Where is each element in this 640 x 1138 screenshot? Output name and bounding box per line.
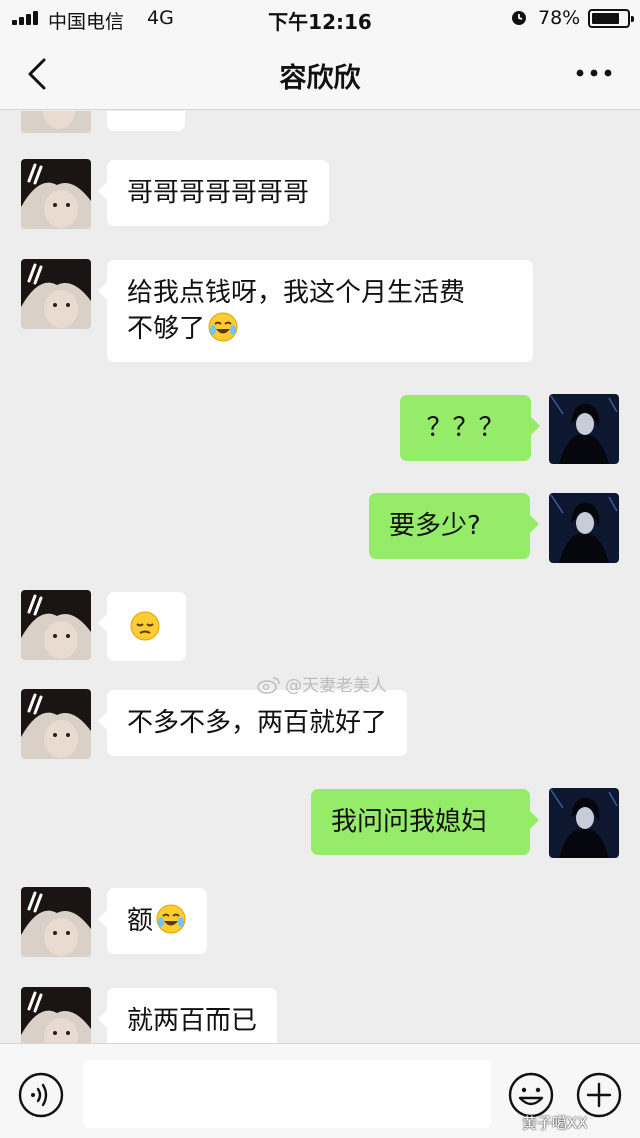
corner-watermark: 黄子噶XX: [522, 1114, 588, 1132]
message-text: 额: [127, 906, 154, 936]
my-avatar[interactable]: [549, 788, 619, 858]
message-text: 不多不多，两百就好了: [127, 708, 388, 738]
battery-icon: [588, 9, 634, 28]
crying-laughing-emoji: [156, 904, 186, 934]
my-avatar[interactable]: [549, 493, 619, 563]
my-message-bubble: 要多少?: [369, 493, 539, 559]
more-options-icon[interactable]: [574, 58, 614, 88]
weibo-watermark: @天妻老美人: [257, 671, 387, 696]
message-text-line: 给我点钱呀，我这个月生活费: [127, 278, 466, 308]
contact-avatar[interactable]: [21, 590, 91, 660]
chat-messages[interactable]: 哥哥哥哥哥哥哥 给我点钱呀，我这个月生活费 不够了 ？？？ 要多少? 不多不多，…: [0, 111, 640, 1043]
message-bubble: [98, 592, 186, 661]
status-bar: 中国电信 4G 下午12:16 78%: [0, 0, 640, 36]
contact-avatar[interactable]: [21, 259, 91, 329]
my-message-bubble: ？？？: [400, 395, 540, 461]
message-bubble: 就两百而已: [97, 988, 278, 1043]
weibo-logo-icon: [257, 677, 280, 694]
message-text: ？？？: [426, 413, 505, 443]
battery-percentage: 78%: [538, 7, 581, 29]
message-text-line: 不够了: [127, 314, 206, 344]
contact-avatar[interactable]: [21, 159, 91, 229]
contact-avatar[interactable]: [21, 111, 91, 133]
message-bubble: 给我点钱呀，我这个月生活费 不够了: [98, 260, 533, 362]
contact-avatar[interactable]: [21, 689, 91, 759]
chat-header: 容欣欣: [0, 36, 640, 110]
message-bubble: 额: [97, 888, 208, 954]
crying-laughing-emoji: [208, 312, 238, 342]
message-text: 就两百而已: [127, 1006, 258, 1036]
alarm-icon: [512, 11, 526, 25]
my-avatar[interactable]: [549, 394, 619, 464]
message-text: 要多少?: [389, 511, 481, 541]
message-bubble: 哥哥哥哥哥哥哥: [97, 160, 330, 226]
contact-avatar[interactable]: [21, 987, 91, 1043]
input-toolbar: 黄子噶XX: [0, 1043, 640, 1138]
message-text: 我问问我媳妇: [331, 807, 488, 837]
my-message-bubble: 我问问我媳妇: [311, 789, 539, 855]
contact-avatar[interactable]: [21, 887, 91, 957]
message-bubble-partial: [107, 111, 185, 131]
message-bubble: 不多不多，两百就好了: [97, 690, 408, 756]
message-text: 哥哥哥哥哥哥哥: [127, 178, 310, 208]
watermark-text: @天妻老美人: [285, 676, 387, 696]
message-input[interactable]: [83, 1060, 491, 1128]
voice-input-icon[interactable]: [17, 1071, 65, 1119]
contact-name-title: 容欣欣: [279, 63, 361, 94]
pensive-face-emoji: [130, 611, 160, 641]
